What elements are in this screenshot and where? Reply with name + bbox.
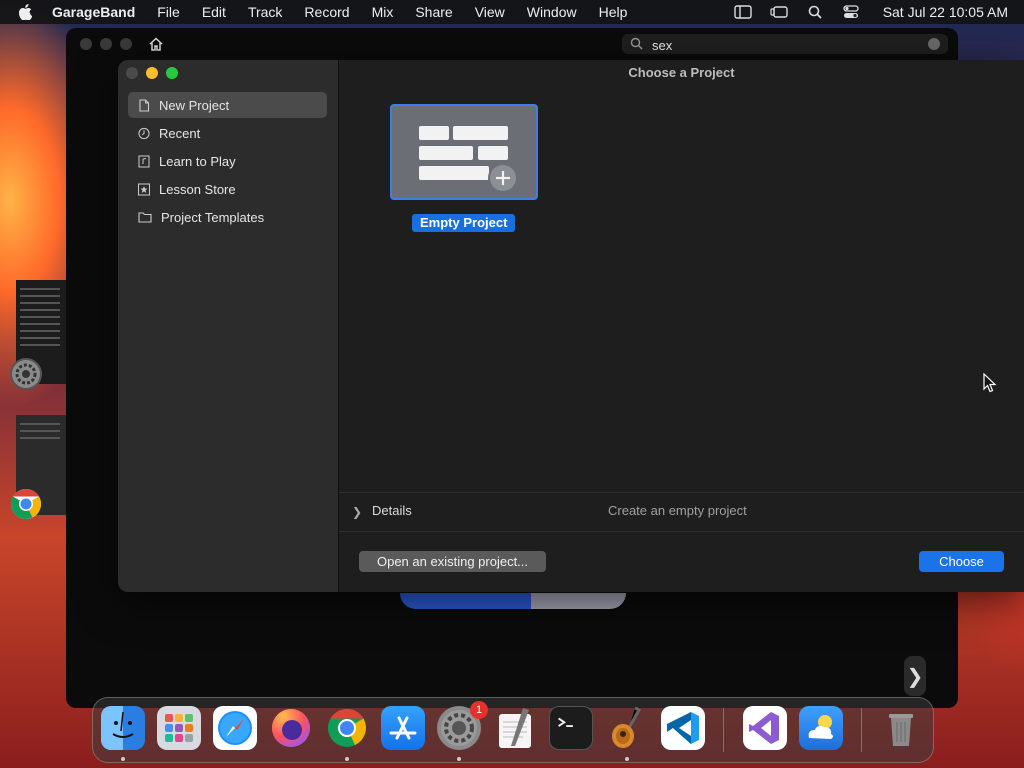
next-arrow-button[interactable]: ❯ — [904, 656, 926, 696]
trash-icon[interactable] — [879, 706, 923, 750]
search-field[interactable] — [622, 34, 948, 55]
open-existing-project-button[interactable]: Open an existing project... — [359, 551, 546, 572]
spotlight-icon[interactable] — [805, 4, 825, 20]
music-note-icon — [138, 155, 150, 168]
launchpad-icon[interactable] — [157, 706, 201, 750]
sidebar-label: Project Templates — [161, 209, 265, 225]
zoom-button[interactable] — [166, 67, 178, 79]
terminal-icon[interactable] — [549, 706, 593, 750]
menu-bar: GarageBand File Edit Track Record Mix Sh… — [0, 0, 1024, 24]
chrome-running-dot — [345, 757, 349, 761]
sidebar-status-icon[interactable] — [733, 4, 753, 20]
minimize-button[interactable] — [146, 67, 158, 79]
app-store-icon[interactable] — [381, 706, 425, 750]
finder-icon[interactable] — [101, 706, 145, 750]
menu-track[interactable]: Track — [248, 4, 282, 20]
garageband-running-dot — [625, 757, 629, 761]
weather-icon[interactable] — [799, 706, 843, 750]
sidebar-label: Lesson Store — [159, 181, 236, 197]
zoom-light[interactable] — [120, 38, 132, 50]
star-icon — [138, 183, 150, 196]
menu-edit[interactable]: Edit — [202, 4, 226, 20]
search-input[interactable] — [650, 35, 914, 55]
dialog-window-lights — [126, 67, 178, 79]
menu-view[interactable]: View — [475, 4, 505, 20]
garageband-icon[interactable] — [605, 706, 649, 750]
menu-record[interactable]: Record — [304, 4, 349, 20]
details-description: Create an empty project — [608, 503, 747, 518]
visual-studio-icon[interactable] — [743, 706, 787, 750]
sidebar-label: Recent — [159, 125, 201, 141]
empty-project-label[interactable]: Empty Project — [412, 214, 516, 232]
apple-menu-icon[interactable] — [18, 4, 36, 20]
project-chooser-dialog: New Project Recent Learn to Play Lesson … — [118, 60, 1024, 592]
menu-app-name[interactable]: GarageBand — [52, 4, 135, 20]
clock-icon — [138, 127, 150, 140]
mouse-cursor-icon — [983, 372, 997, 398]
settings-running-dot — [457, 757, 461, 761]
minimize-light[interactable] — [100, 38, 112, 50]
empty-project-icon — [419, 126, 518, 193]
dialog-content: Choose a Project Empty Project ❯ Details… — [339, 60, 1024, 592]
menu-help[interactable]: Help — [599, 4, 628, 20]
search-icon — [630, 37, 643, 53]
chrome-thumb-icon — [10, 488, 42, 520]
sidebar-item-learn-to-play[interactable]: Learn to Play — [128, 148, 327, 174]
details-label[interactable]: Details — [372, 503, 412, 518]
dialog-title: Choose a Project — [628, 65, 735, 80]
folder-icon — [138, 211, 152, 223]
notification-badge: 1 — [470, 701, 488, 719]
dock-separator — [723, 708, 724, 752]
sidebar-list: New Project Recent Learn to Play Lesson … — [128, 92, 327, 232]
details-bar: ❯ Details Create an empty project — [339, 492, 1024, 532]
empty-project-tile[interactable] — [390, 104, 538, 200]
menu-window[interactable]: Window — [527, 4, 577, 20]
control-center-icon[interactable] — [841, 4, 861, 20]
system-settings-thumb-icon — [10, 358, 42, 390]
textedit-icon[interactable] — [493, 706, 537, 750]
background-graphic — [400, 593, 626, 609]
menubar-clock[interactable]: Sat Jul 22 10:05 AM — [883, 4, 1008, 20]
close-light[interactable] — [80, 38, 92, 50]
chrome-icon[interactable] — [325, 706, 369, 750]
choose-button[interactable]: Choose — [919, 551, 1004, 572]
sidebar-item-new-project[interactable]: New Project — [128, 92, 327, 118]
vscode-icon[interactable] — [661, 706, 705, 750]
sidebar-item-recent[interactable]: Recent — [128, 120, 327, 146]
dock: 1 — [92, 697, 934, 763]
menu-share[interactable]: Share — [415, 4, 452, 20]
firefox-icon[interactable] — [269, 706, 313, 750]
dialog-sidebar: New Project Recent Learn to Play Lesson … — [118, 60, 339, 592]
sidebar-label: New Project — [159, 97, 230, 113]
background-window-lights — [80, 38, 132, 50]
menu-mix[interactable]: Mix — [372, 4, 394, 20]
clear-search-icon[interactable] — [928, 38, 940, 50]
document-icon — [138, 99, 150, 112]
dock-separator — [861, 708, 862, 752]
close-button[interactable] — [126, 67, 138, 79]
menu-file[interactable]: File — [157, 4, 180, 20]
sidebar-label: Learn to Play — [159, 153, 236, 169]
details-disclosure-icon[interactable]: ❯ — [352, 505, 362, 519]
sidebar-item-lesson-store[interactable]: Lesson Store — [128, 176, 327, 202]
finder-running-dot — [121, 757, 125, 761]
home-icon[interactable] — [148, 36, 164, 52]
sidebar-item-project-templates[interactable]: Project Templates — [128, 204, 327, 230]
stage-manager-icon[interactable] — [769, 4, 789, 20]
safari-icon[interactable] — [213, 706, 257, 750]
